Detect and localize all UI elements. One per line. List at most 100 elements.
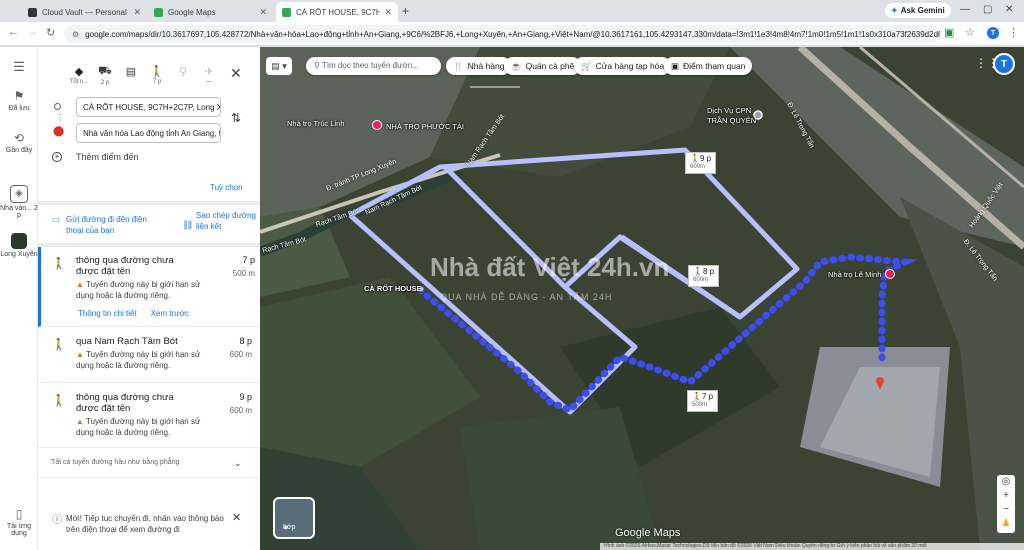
options-link[interactable]: Tuỳ chọn [210,183,243,192]
poi-label[interactable]: NHÀ TRỌ PHƯỚC TÀI [386,122,464,131]
extension-icon[interactable]: ▣ [944,26,954,39]
browser-menu-icon[interactable]: ⋮ [1008,26,1019,39]
rail-get-app-label: Tải ứng dụng [6,523,32,537]
origin-label[interactable]: CÀ RỐT HOUSE [364,284,422,293]
rail-long-xuyen[interactable]: Long Xuyên [0,233,38,258]
warning-icon: ▲ [76,417,86,426]
poi-label[interactable]: Nhà trọ Trúc Linh [287,119,345,128]
browser-profile-avatar[interactable]: T [987,27,999,39]
ask-gemini-label: Ask Gemini [900,6,945,15]
mode-flight[interactable]: ✈ — [198,65,220,85]
poi-label[interactable]: Dịch Vụ CPN [707,106,751,115]
chip-grocery[interactable]: 🛒 Cửa hàng tạp hóa [574,57,672,75]
cloud-vault-favicon-icon [28,7,37,17]
address-bar[interactable]: ⚙ google.com/maps/dir/10.3617697,105.428… [64,25,940,43]
mode-car[interactable]: ⛟ 2 p [94,65,116,86]
chevron-down-icon[interactable]: ⌄ [234,458,242,469]
swap-waypoints-icon[interactable]: ⇅ [231,111,241,125]
step-time: 7 p [242,255,255,265]
car-icon: ⛟ [98,65,112,77]
preview-link[interactable]: Xem trước [151,309,189,318]
close-icon[interactable]: ✕ [133,7,141,18]
my-location-icon[interactable]: ◎ [997,475,1015,489]
close-icon[interactable]: ✕ [384,7,392,18]
step-distance: 500 m [232,269,255,278]
rail-directions[interactable]: ◈ Nhà vàn... 2 p [0,185,38,219]
window-close-icon[interactable]: ✕ [1005,4,1013,15]
route-step-3[interactable]: 🚶 thông qua đường chưa được đặt tên 9 p … [38,384,260,448]
account-avatar[interactable]: T [993,53,1015,75]
zoom-out-button[interactable]: − [997,503,1015,517]
destination-input[interactable]: Nhà văn hóa Lao động tỉnh An Giang, 9C [76,123,221,143]
rail-recent-label: Gần đây [5,147,33,154]
route-time-tag[interactable]: 🚶8 p 600m [688,265,720,287]
add-destination-label: Thêm điểm đến [76,152,139,162]
warning-text: Tuyến đường này bị giới hạn sử dụng hoặc… [76,417,201,437]
tab-google-maps[interactable]: Google Maps ✕ [148,2,273,22]
step-warning: ▲ Tuyến đường này bị giới hạn sử dụng ho… [76,279,216,301]
chip-restaurants[interactable]: 🍴 Nhà hàng [446,57,512,75]
mode-walk[interactable]: 🚶 7 p [146,65,168,85]
zoom-in-button[interactable]: + [997,489,1015,503]
map-options-button[interactable]: ▤ ▾ [266,57,292,75]
poi-label[interactable]: TRẦN QUYÊN [707,116,756,125]
minimize-icon[interactable]: — [960,4,970,15]
walk-icon: 🚶 [150,66,164,78]
mode-best[interactable]: ◆ Tốt n... [68,65,90,85]
mode-transit[interactable]: ▤ [120,65,142,79]
tag-distance: 600m [690,164,706,170]
close-icon[interactable]: ✕ [259,7,267,18]
chip-cafes[interactable]: ☕ Quán cà phê [504,57,582,75]
poi-label[interactable]: Nhà trọ Lê Minh [828,270,881,279]
copy-link-link[interactable]: Sao chép đường liên kết [196,210,256,232]
hotel-poi-icon[interactable] [885,269,895,279]
tag-time: 7 p [701,392,714,401]
search-along-route-input[interactable]: ⚲ Tìm dọc theo tuyến đườn... [306,57,441,75]
back-icon[interactable]: ← [8,26,19,38]
pegman-icon[interactable]: ♟ [997,517,1015,531]
route-time-tag[interactable]: 🚶9 p 600m [685,152,717,174]
tag-distance: 500m [692,402,708,408]
maps-favicon-icon [282,7,291,17]
layers-button[interactable]: ◈ Lớp [273,497,315,539]
chip-label: Quán cà phê [525,61,575,71]
route-time-tag[interactable]: 🚶7 p 500m [687,390,719,412]
new-tab-icon[interactable]: + [402,4,409,18]
rail-long-xuyen-label: Long Xuyên [0,251,38,258]
route-step-1[interactable]: 🚶 thông qua đường chưa được đặt tên 7 p … [38,247,260,327]
details-link[interactable]: Thông tin chi tiết [78,309,137,318]
rail-saved[interactable]: ⚑ Đã lưu [0,89,38,112]
map-canvas[interactable]: Nhà đất Việt 24h.vn QUA NHÀ DỄ DÀNG - AN… [260,47,1024,550]
rail-get-app[interactable]: ▯ Tải ứng dụng [0,507,38,537]
hotel-poi-icon[interactable] [372,120,382,130]
step-time: 9 p [239,392,252,402]
tab-title: Cloud Vault — Personal Data C [42,7,129,17]
tab-ca-rot-house[interactable]: CÀ RỐT HOUSE, 9C7H+2C7P, L ✕ [276,2,398,22]
reload-icon[interactable]: ↻ [46,26,55,39]
chip-label: Cửa hàng tạp hóa [595,61,665,71]
ask-gemini-button[interactable]: ✦ Ask Gemini [885,3,951,18]
route-step-2[interactable]: 🚶 qua Nam Rạch Tầm Bót 8 p 600 m ▲ Tuyến… [38,328,260,383]
chip-attractions[interactable]: ▣ Điểm tham quan [664,57,753,75]
hamburger-menu-icon: ☰ [13,59,25,74]
watermark-subtitle: QUA NHÀ DỄ DÀNG - AN TÂM 24H [440,292,613,302]
divider [38,477,260,478]
mode-bike[interactable]: ⚲ [172,65,194,79]
bookmark-star-icon[interactable]: ☆ [965,26,975,39]
maximize-icon[interactable]: ▢ [983,4,992,15]
destination-pin-icon: ⬤ [53,126,65,137]
forward-icon[interactable]: → [27,26,38,38]
send-to-phone-link[interactable]: Gửi đường đi đến điện thoại của bạn [66,214,166,236]
site-info-icon[interactable]: ⚙ [72,30,79,39]
origin-input[interactable]: CÀ RỐT HOUSE, 9C7H+2C7P, Long Xuyê [76,97,221,117]
close-notice-icon[interactable]: ✕ [232,513,241,524]
watermark-text: Nhà đất Việt 24h.vn [430,252,670,282]
tab-cloud-vault[interactable]: Cloud Vault — Personal Data C ✕ [22,2,147,22]
menu-button[interactable]: ☰ [0,59,38,77]
step-warning: ▲ Tuyến đường này bị giới hạn sử dụng ho… [76,349,216,371]
rail-recent[interactable]: ⟲ Gần đây [0,131,38,154]
close-directions-icon[interactable]: ✕ [230,65,242,82]
search-placeholder: Tìm dọc theo tuyến đườn... [321,61,419,70]
add-destination-button[interactable]: + Thêm điểm đến [52,152,139,162]
rail-directions-label: Nhà vàn... 2 p [0,205,38,219]
